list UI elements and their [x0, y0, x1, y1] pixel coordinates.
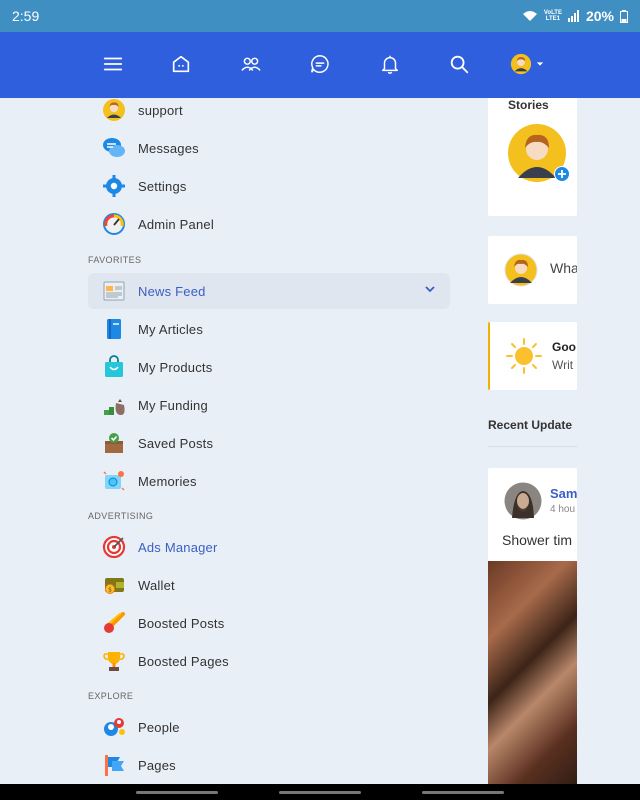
money-bag-icon [102, 393, 126, 417]
speedometer-icon [102, 212, 126, 236]
system-navigation-bar [0, 784, 640, 800]
sidebar-item-memories[interactable]: Memories [88, 463, 450, 499]
sidebar-item-boosted-posts[interactable]: Boosted Posts [88, 605, 450, 641]
sidebar-item-label: Boosted Posts [138, 615, 225, 631]
composer-placeholder[interactable]: Wha [550, 260, 577, 276]
friends-icon[interactable] [239, 52, 263, 76]
signal-icon [567, 10, 579, 22]
sidebar-item-label: Saved Posts [138, 435, 214, 451]
sidebar-item-boosted-pages[interactable]: Boosted Pages [88, 643, 450, 679]
sidebar-item-label: Messages [138, 140, 199, 156]
sidebar-item-ads-manager[interactable]: Ads Manager [88, 529, 450, 565]
sidebar-item-label: Memories [138, 473, 197, 489]
nav-handle[interactable] [279, 791, 361, 794]
status-time: 2:59 [12, 8, 40, 24]
chevron-down-icon[interactable] [424, 283, 436, 295]
trophy-icon [102, 649, 126, 673]
plus-icon [554, 166, 570, 182]
avatar-icon [102, 98, 126, 122]
svg-text:$: $ [108, 587, 112, 594]
home-icon[interactable] [169, 52, 193, 76]
sidebar-item-messages[interactable]: Messages [88, 130, 450, 166]
sidebar-item-label: News Feed [138, 283, 206, 299]
sidebar-item-label: Settings [138, 178, 187, 194]
box-check-icon [102, 431, 126, 455]
greeting-title: Goo [552, 340, 576, 354]
search-icon[interactable] [447, 52, 471, 76]
target-icon [102, 535, 126, 559]
sidebar-item-label: Boosted Pages [138, 653, 229, 669]
sidebar-menu: support Messages Settings Admin Panel FA… [86, 98, 456, 784]
memories-icon [102, 469, 126, 493]
nav-handle[interactable] [422, 791, 504, 794]
battery-percent: 20% [585, 8, 614, 24]
top-nav-bar [0, 32, 640, 98]
chevron-down-icon [536, 62, 544, 66]
sidebar-item-admin-panel[interactable]: Admin Panel [88, 206, 450, 242]
recent-updates-heading: Recent Update [488, 418, 573, 432]
sidebar-item-label: Pages [138, 757, 176, 773]
notebook-icon [102, 317, 126, 341]
post-timestamp: 4 hou [550, 504, 576, 515]
sidebar-item-wallet[interactable]: $ Wallet [88, 567, 450, 603]
sidebar-item-saved-posts[interactable]: Saved Posts [88, 425, 450, 461]
avatar [504, 253, 538, 287]
feed-column: Stories Wha Goo Writ Recent Update Sam 4… [488, 98, 577, 784]
sidebar-item-label: My Articles [138, 321, 204, 337]
sidebar-item-label: Ads Manager [138, 539, 218, 555]
stories-title: Stories [508, 98, 549, 112]
avatar [510, 53, 532, 75]
sidebar-item-label: My Funding [138, 397, 208, 413]
gear-icon [102, 174, 126, 198]
composer-card[interactable]: Wha [488, 236, 577, 304]
shopping-bag-icon [102, 355, 126, 379]
sidebar-item-people[interactable]: People [88, 709, 450, 745]
section-heading-explore: EXPLORE [88, 691, 134, 701]
sidebar-item-label: Wallet [138, 577, 175, 593]
battery-icon [620, 9, 628, 23]
sidebar-item-news-feed[interactable]: News Feed [88, 273, 450, 309]
post-image[interactable] [488, 561, 577, 784]
wallet-icon: $ [102, 573, 126, 597]
greeting-subtitle: Writ [552, 358, 574, 372]
profile-dropdown[interactable] [510, 52, 550, 76]
nav-handle[interactable] [136, 791, 218, 794]
sidebar-item-label: People [138, 719, 180, 735]
section-heading-favorites: FAVORITES [88, 255, 142, 265]
post-text: Shower tim [502, 532, 573, 548]
stories-card: Stories [488, 98, 577, 216]
sidebar-item-my-articles[interactable]: My Articles [88, 311, 450, 347]
sidebar-item-label: support [138, 102, 183, 118]
post-author[interactable]: Sam [550, 486, 577, 501]
sidebar-item-pages[interactable]: Pages [88, 747, 450, 783]
messages-icon [102, 136, 126, 160]
sun-icon [506, 338, 542, 374]
avatar[interactable] [504, 482, 542, 520]
section-heading-advertising: ADVERTISING [88, 511, 154, 521]
bell-icon[interactable] [378, 52, 402, 76]
create-story-button[interactable] [508, 124, 570, 182]
post-card: Sam 4 hou Shower tim [488, 468, 577, 784]
people-icon [102, 715, 126, 739]
sidebar-item-support[interactable]: support [88, 98, 450, 128]
sidebar-item-label: My Products [138, 359, 213, 375]
divider [488, 446, 577, 447]
status-indicators: VoLTE LTE1 20% [522, 8, 628, 24]
sidebar-item-my-funding[interactable]: My Funding [88, 387, 450, 423]
newspaper-icon [102, 279, 126, 303]
greeting-card: Goo Writ [488, 322, 577, 390]
chat-icon[interactable] [308, 52, 332, 76]
comet-icon [102, 611, 126, 635]
sidebar-item-label: Admin Panel [138, 216, 214, 232]
sidebar-item-settings[interactable]: Settings [88, 168, 450, 204]
wifi-icon [522, 11, 537, 21]
status-bar: 2:59 VoLTE LTE1 20% [0, 0, 640, 32]
sidebar-item-my-products[interactable]: My Products [88, 349, 450, 385]
network-type: VoLTE LTE1 [543, 10, 562, 22]
menu-icon[interactable] [101, 52, 125, 76]
flag-icon [102, 753, 126, 777]
